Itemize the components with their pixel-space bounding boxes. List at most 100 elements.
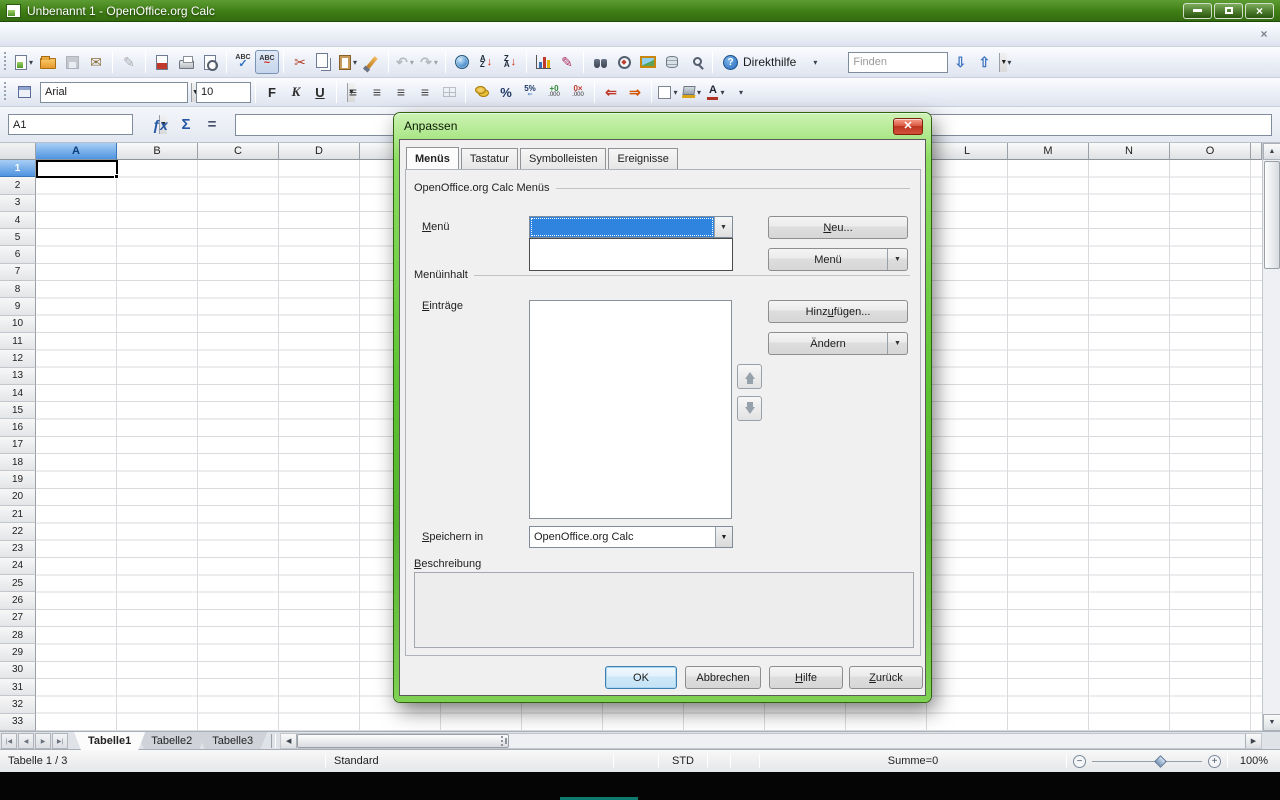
sum-button[interactable]: Σ <box>173 114 199 136</box>
row-header-4[interactable]: 4 <box>0 212 36 229</box>
column-header-D[interactable]: D <box>279 143 360 160</box>
tab-menus[interactable]: Menüs <box>406 147 459 169</box>
redo-button[interactable]: ↷▾ <box>417 50 441 74</box>
column-header-O[interactable]: O <box>1170 143 1251 160</box>
align-left-button[interactable]: ≡ <box>341 80 365 104</box>
zoom-slider-track[interactable] <box>1092 761 1202 762</box>
find-replace-button[interactable] <box>588 50 612 74</box>
status-page-style[interactable]: Standard <box>326 750 613 772</box>
save-in-combobox[interactable]: OpenOffice.org Calc ▼ <box>529 526 733 548</box>
row-header-5[interactable]: 5 <box>0 229 36 246</box>
column-header-N[interactable]: N <box>1089 143 1170 160</box>
toolbar-overflow-button[interactable]: ▾ <box>996 50 1020 74</box>
close-button[interactable]: × <box>1245 3 1274 19</box>
find-previous-button[interactable]: ⇧ <box>972 50 996 74</box>
align-right-button[interactable]: ≡ <box>389 80 413 104</box>
column-header-A[interactable]: A <box>36 143 117 160</box>
vertical-scrollbar-thumb[interactable] <box>1264 161 1280 269</box>
row-header-8[interactable]: 8 <box>0 281 36 298</box>
menu-split-dropdown-button[interactable]: ▼ <box>887 249 907 270</box>
status-selection-mode[interactable]: STD <box>659 750 707 772</box>
minimize-button[interactable] <box>1183 3 1212 19</box>
direkthilfe-button[interactable]: ? Direkthilfe <box>717 50 802 74</box>
autospellcheck-button[interactable]: ABC~ <box>255 50 279 74</box>
row-header-13[interactable]: 13 <box>0 368 36 385</box>
edit-file-button[interactable]: ✎ <box>117 50 141 74</box>
draw-functions-button[interactable]: ✎ <box>555 50 579 74</box>
find-next-button[interactable]: ⇩ <box>948 50 972 74</box>
background-color-button[interactable]: ▾ <box>680 80 704 104</box>
tab-symbolleisten[interactable]: Symbolleisten <box>520 148 606 169</box>
status-sum[interactable]: Summe=0 <box>760 750 1066 772</box>
merge-cells-button[interactable] <box>437 80 461 104</box>
row-header-29[interactable]: 29 <box>0 644 36 661</box>
save-button[interactable] <box>60 50 84 74</box>
row-header-18[interactable]: 18 <box>0 454 36 471</box>
row-header-27[interactable]: 27 <box>0 610 36 627</box>
tab-tastatur[interactable]: Tastatur <box>461 148 518 169</box>
row-header-33[interactable]: 33 <box>0 714 36 731</box>
select-all-corner[interactable] <box>0 143 36 160</box>
aendern-split-button[interactable]: Ändern ▼ <box>768 332 908 355</box>
format-paintbrush-button[interactable] <box>360 50 384 74</box>
function-wizard-button[interactable]: ƒx <box>147 114 173 136</box>
previous-sheet-button[interactable]: ◀ <box>18 733 34 749</box>
align-justified-button[interactable]: ≡ <box>413 80 437 104</box>
save-in-dropdown-button[interactable]: ▼ <box>715 527 732 547</box>
entries-listbox[interactable] <box>529 300 732 519</box>
selected-cell-A1[interactable] <box>36 160 118 178</box>
move-up-button[interactable] <box>737 364 762 389</box>
zurueck-button[interactable]: Zurück <box>849 666 923 689</box>
gallery-button[interactable] <box>636 50 660 74</box>
tab-ereignisse[interactable]: Ereignisse <box>608 148 677 169</box>
dialog-titlebar[interactable]: Anpassen <box>394 113 931 139</box>
function-button[interactable]: = <box>199 114 225 136</box>
row-header-1[interactable]: 1 <box>0 160 36 177</box>
row-header-9[interactable]: 9 <box>0 298 36 315</box>
menu-split-button[interactable]: Menü ▼ <box>768 248 908 271</box>
decrease-indent-button[interactable]: ⇐ <box>599 80 623 104</box>
percent-format-button[interactable]: % <box>494 80 518 104</box>
styles-button[interactable] <box>12 80 36 104</box>
font-color-button[interactable]: A▾ <box>704 80 728 104</box>
hilfe-button[interactable]: Hilfe <box>769 666 843 689</box>
abbrechen-button[interactable]: Abbrechen <box>685 666 761 689</box>
column-header-B[interactable]: B <box>117 143 198 160</box>
insert-chart-button[interactable] <box>531 50 555 74</box>
row-header-24[interactable]: 24 <box>0 558 36 575</box>
status-zoom-level[interactable]: 100% <box>1228 750 1280 772</box>
row-header-2[interactable]: 2 <box>0 177 36 194</box>
row-header-7[interactable]: 7 <box>0 264 36 281</box>
row-header-21[interactable]: 21 <box>0 506 36 523</box>
scroll-right-button[interactable]: ▶ <box>1245 734 1261 748</box>
sort-ascending-button[interactable]: AZ↓ <box>474 50 498 74</box>
spellcheck-button[interactable]: ABC✓ <box>231 50 255 74</box>
copy-button[interactable] <box>312 50 336 74</box>
row-header-28[interactable]: 28 <box>0 627 36 644</box>
datasources-button[interactable] <box>660 50 684 74</box>
toolbar-overflow-button[interactable]: ▾ <box>802 50 826 74</box>
italic-button[interactable]: K <box>284 80 308 104</box>
column-header-L[interactable]: L <box>927 143 1008 160</box>
cell-reference-input[interactable] <box>9 115 159 134</box>
dialog-close-button[interactable]: ✕ <box>893 118 923 135</box>
sort-descending-button[interactable]: ZA↓ <box>498 50 522 74</box>
row-header-32[interactable]: 32 <box>0 696 36 713</box>
hyperlink-button[interactable] <box>450 50 474 74</box>
aendern-dropdown-button[interactable]: ▼ <box>887 333 907 354</box>
next-sheet-button[interactable]: ▶ <box>35 733 51 749</box>
scroll-up-button[interactable]: ▲ <box>1263 143 1280 160</box>
zoom-button[interactable] <box>684 50 708 74</box>
vertical-scrollbar[interactable]: ▲ ▼ <box>1262 143 1280 731</box>
scroll-down-button[interactable]: ▼ <box>1263 714 1280 731</box>
zoom-out-button[interactable]: − <box>1073 755 1086 768</box>
row-header-25[interactable]: 25 <box>0 575 36 592</box>
menu-combobox-dropdown-button[interactable]: ▼ <box>714 217 732 237</box>
sheet-tab-tabelle3[interactable]: Tabelle3 <box>198 732 267 750</box>
pdf-export-button[interactable] <box>150 50 174 74</box>
borders-button[interactable]: ▾ <box>656 80 680 104</box>
increase-indent-button[interactable]: ⇒ <box>623 80 647 104</box>
open-button[interactable] <box>36 50 60 74</box>
fill-handle[interactable] <box>114 174 119 179</box>
zoom-in-button[interactable]: + <box>1208 755 1221 768</box>
